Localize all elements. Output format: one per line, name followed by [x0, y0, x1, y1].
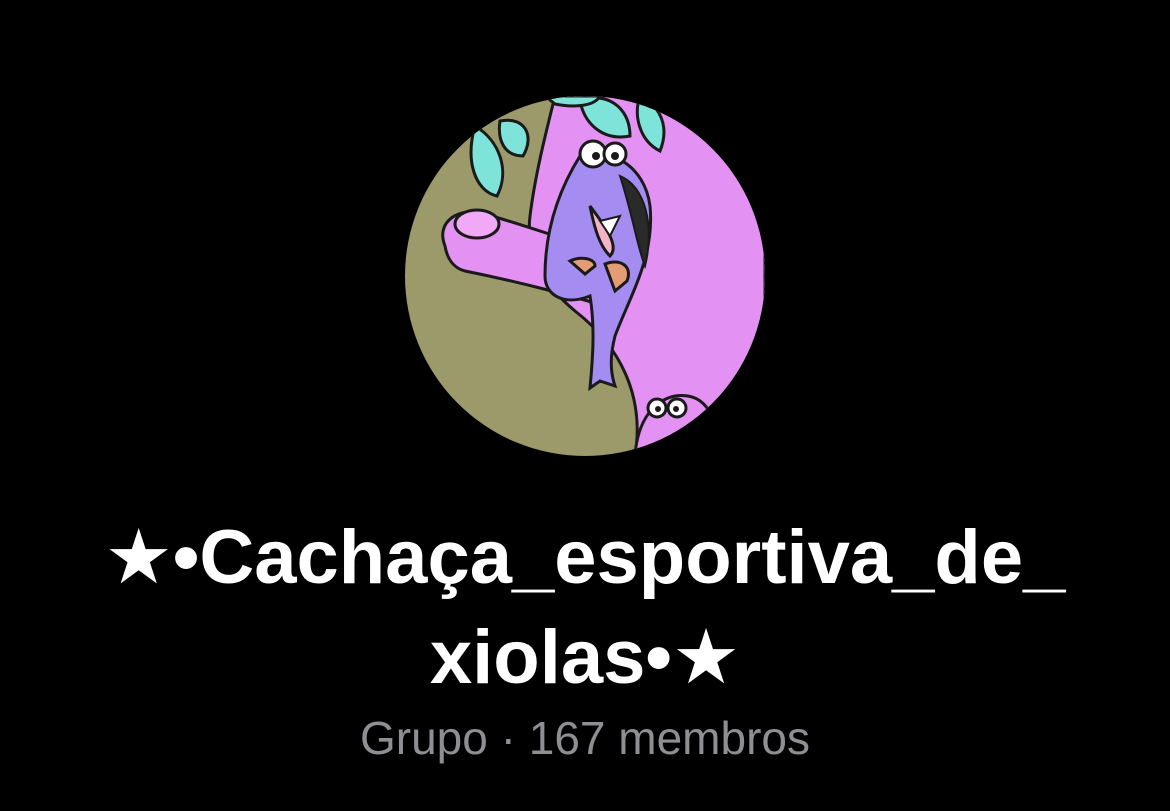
group-avatar[interactable]	[405, 96, 765, 456]
group-title: ★•Cachaça_esportiva_de_ xiolas•★	[0, 508, 1170, 708]
group-avatar-image	[405, 96, 765, 456]
members-count: 167	[528, 712, 606, 764]
group-type-label: Grupo	[360, 712, 488, 764]
group-subtitle: Grupo · 167 membros	[0, 708, 1170, 768]
group-title-line-2: xiolas•★	[429, 615, 741, 700]
subtitle-separator: ·	[500, 712, 516, 764]
members-label: membros	[618, 712, 810, 764]
group-title-line-1: ★•Cachaça_esportiva_de_	[104, 515, 1066, 600]
